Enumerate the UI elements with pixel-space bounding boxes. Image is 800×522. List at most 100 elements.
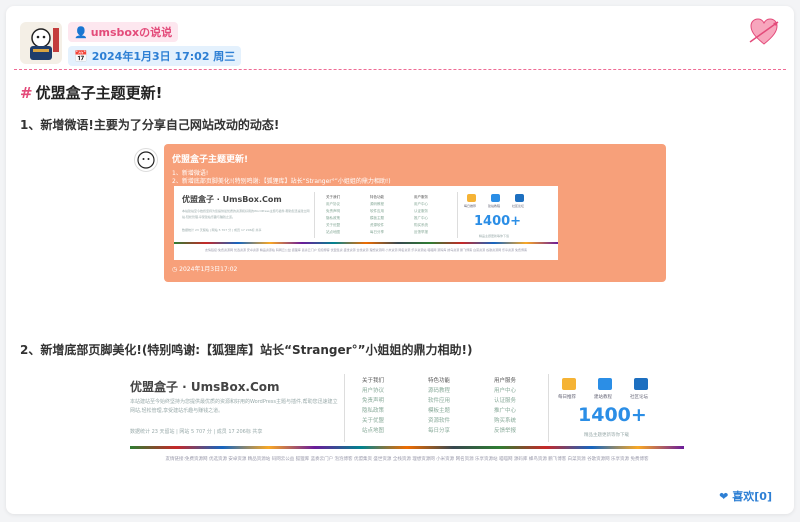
footer-sep xyxy=(457,192,458,238)
col-link[interactable]: 资源软件 xyxy=(370,222,384,229)
post-line-2: 2、新增底部页脚美化!(特别鸣谢:【狐狸库】站长“Stranger°”小姐姐的鼎… xyxy=(20,343,473,357)
col-link[interactable]: 关于优盟 xyxy=(326,222,340,229)
post-line-1: 1、新增微语!主要为了分享自己网站改动的动态! xyxy=(20,118,280,132)
footer-brand: 优盟盒子 · UmsBox.Com xyxy=(130,380,280,394)
like-button[interactable]: ❤ 喜欢[0] xyxy=(719,488,772,504)
col-link[interactable]: 软件应用 xyxy=(428,396,450,406)
col-title: 用户服务 xyxy=(414,195,428,199)
footer-preview-large: 优盟盒子 · UmsBox.Com 本站建站至今始终坚持为您提供最优质的资源和好… xyxy=(130,368,684,468)
download-count: 1400+ xyxy=(474,214,522,229)
date-badge: 📅 2024年1月3日 17:02 周三 xyxy=(68,46,242,66)
author-name: umsboxの说说 xyxy=(90,26,173,39)
download-caption: 精品主题更新等你下载 xyxy=(479,234,510,238)
download-count: 1400+ xyxy=(578,404,647,426)
footer-col-features: 特色功能 源码教程 软件应用 模板主题 资源软件 每日分享 xyxy=(370,194,384,236)
footer-brand: 优盟盒子 · UmsBox.Com xyxy=(182,195,282,204)
col-link[interactable]: 关于优盟 xyxy=(362,416,384,426)
clock-icon: ◷ xyxy=(172,266,178,273)
col-link[interactable]: 源码教程 xyxy=(428,386,450,396)
footer-sep xyxy=(314,192,315,238)
friend-links: 友情链接:免费资源网 优选资源 安卓资源 精品资源站 码网云公益 狐狸库 蓝奏云… xyxy=(165,457,649,462)
icon-label[interactable]: 每日推荐 xyxy=(464,204,476,208)
col-title: 特色功能 xyxy=(370,195,384,199)
footer-col-about: 关于我们 用户协议 免责声明 隐私政策 关于优盟 站点地图 xyxy=(326,194,340,236)
chart-icon xyxy=(562,378,576,390)
col-link[interactable]: 站点地图 xyxy=(362,426,384,436)
col-link[interactable]: 源码教程 xyxy=(370,201,384,208)
footer-col-service: 用户服务 用户中心 认证服务 推广中心 购买系统 反馈举报 xyxy=(414,194,428,236)
col-link[interactable]: 软件应用 xyxy=(370,208,384,215)
avatar[interactable] xyxy=(20,22,62,64)
footer-stats: 数据统计 23 天留站 | 网站 5 707 分 | 成员 17 206标 共享 xyxy=(130,429,263,435)
bubble-date: ◷ 2024年1月3日17:02 xyxy=(172,264,237,273)
post-card: 👤 umsboxの说说 📅 2024年1月3日 17:02 周三 # 优盟盒子主题… xyxy=(6,6,794,514)
col-link[interactable]: 认证服务 xyxy=(414,208,428,215)
col-link[interactable]: 用户中心 xyxy=(414,201,428,208)
col-link[interactable]: 免责声明 xyxy=(326,208,340,215)
col-link[interactable]: 反馈举报 xyxy=(494,426,516,436)
icon-label[interactable]: 建站教程 xyxy=(488,204,500,208)
divider xyxy=(14,69,786,70)
bubble-date-text: 2024年1月3日17:02 xyxy=(179,266,238,273)
bubble-line-2: 2、新增底部页脚美化!(特别鸣谢:【狐狸库】站长“Stranger°”小姐姐的鼎… xyxy=(172,178,391,185)
chart-icon xyxy=(467,194,476,202)
footer-stats: 数据统计 23 天留站 | 网站 5 707 分 | 成员 17 206标 共享 xyxy=(182,228,262,232)
friend-links: 友情链接:免费资源网 优选资源 安卓资源 精品资源站 码网云公益 狐狸库 蓝奏云… xyxy=(205,248,527,252)
col-link[interactable]: 购买系统 xyxy=(414,222,428,229)
col-title: 用户服务 xyxy=(494,378,517,384)
col-link[interactable]: 每日分享 xyxy=(428,426,450,436)
monitor-icon xyxy=(598,378,612,390)
icon-label[interactable]: 建站教程 xyxy=(594,394,612,400)
col-link[interactable]: 每日分享 xyxy=(370,229,384,236)
footer-sep xyxy=(344,374,345,442)
col-link[interactable]: 购买系统 xyxy=(494,416,516,426)
download-caption: 精品主题更新等你下载 xyxy=(584,433,629,438)
col-link[interactable]: 隐私政策 xyxy=(362,406,384,416)
icon-label[interactable]: 每日推荐 xyxy=(558,394,576,400)
weiyu-bubble: 优盟盒子主题更新! 1、新增微语! 2、新增底部页脚美化!(特别鸣谢:【狐狸库】… xyxy=(164,144,666,282)
bubble-title: 优盟盒子主题更新! xyxy=(172,155,249,165)
col-link[interactable]: 反馈举报 xyxy=(414,229,428,236)
col-link[interactable]: 认证服务 xyxy=(494,396,516,406)
color-stripe xyxy=(130,446,684,449)
footer-sep xyxy=(548,374,549,442)
footer-col-about: 关于我们 用户协议 免责声明 隐私政策 关于优盟 站点地图 xyxy=(362,376,384,436)
col-link[interactable]: 资源软件 xyxy=(428,416,450,426)
footer-desc: 本站建站至今始终坚持为您提供最优质的资源和好用的WordPress主题与插件,帮… xyxy=(182,209,310,219)
color-stripe xyxy=(174,242,558,244)
footer-col-features: 特色功能 源码教程 软件应用 模板主题 资源软件 每日分享 xyxy=(428,376,450,436)
forum-icon xyxy=(515,194,524,202)
screenshot-bubble: 优盟盒子主题更新! 1、新增微语! 2、新增底部页脚美化!(特别鸣谢:【狐狸库】… xyxy=(134,144,668,282)
icon-label[interactable]: 社区论坛 xyxy=(512,204,524,208)
col-link[interactable]: 推广中心 xyxy=(414,215,428,222)
footer-desc: 本站建站至今始终坚持为您提供最优质的资源和好用的WordPress主题与插件,帮… xyxy=(130,399,338,414)
col-link[interactable]: 站点地图 xyxy=(326,229,340,236)
col-link[interactable]: 免责声明 xyxy=(362,396,384,406)
forum-icon xyxy=(634,378,648,390)
col-link[interactable]: 模板主题 xyxy=(370,215,384,222)
author-badge[interactable]: 👤 umsboxの说说 xyxy=(68,22,179,42)
heart-icon: ❤ xyxy=(719,489,729,503)
col-link[interactable]: 模板主题 xyxy=(428,406,450,416)
col-link[interactable]: 用户协议 xyxy=(326,201,340,208)
user-icon: 👤 xyxy=(74,25,88,39)
icon-label[interactable]: 社区论坛 xyxy=(630,394,648,400)
hash-icon: # xyxy=(20,84,33,102)
col-title: 关于我们 xyxy=(362,378,385,384)
col-link[interactable]: 用户协议 xyxy=(362,386,384,396)
post-title: # 优盟盒子主题更新! xyxy=(20,82,162,103)
col-title: 特色功能 xyxy=(428,378,451,384)
bubble-avatar xyxy=(134,148,158,172)
post-date: 2024年1月3日 17:02 周三 xyxy=(91,50,236,63)
col-title: 关于我们 xyxy=(326,195,340,199)
footer-preview-small: 优盟盒子 · UmsBox.Com 本站建站至今始终坚持为您提供最优质的资源和好… xyxy=(174,186,558,260)
monitor-icon xyxy=(491,194,500,202)
footer-col-service: 用户服务 用户中心 认证服务 推广中心 购买系统 反馈举报 xyxy=(494,376,516,436)
like-label: 喜欢[0] xyxy=(732,490,772,503)
post-title-text: 优盟盒子主题更新! xyxy=(35,84,163,102)
heart-arrow-icon xyxy=(748,16,780,48)
col-link[interactable]: 用户中心 xyxy=(494,386,516,396)
col-link[interactable]: 推广中心 xyxy=(494,406,516,416)
calendar-icon: 📅 xyxy=(74,49,88,63)
col-link[interactable]: 隐私政策 xyxy=(326,215,340,222)
